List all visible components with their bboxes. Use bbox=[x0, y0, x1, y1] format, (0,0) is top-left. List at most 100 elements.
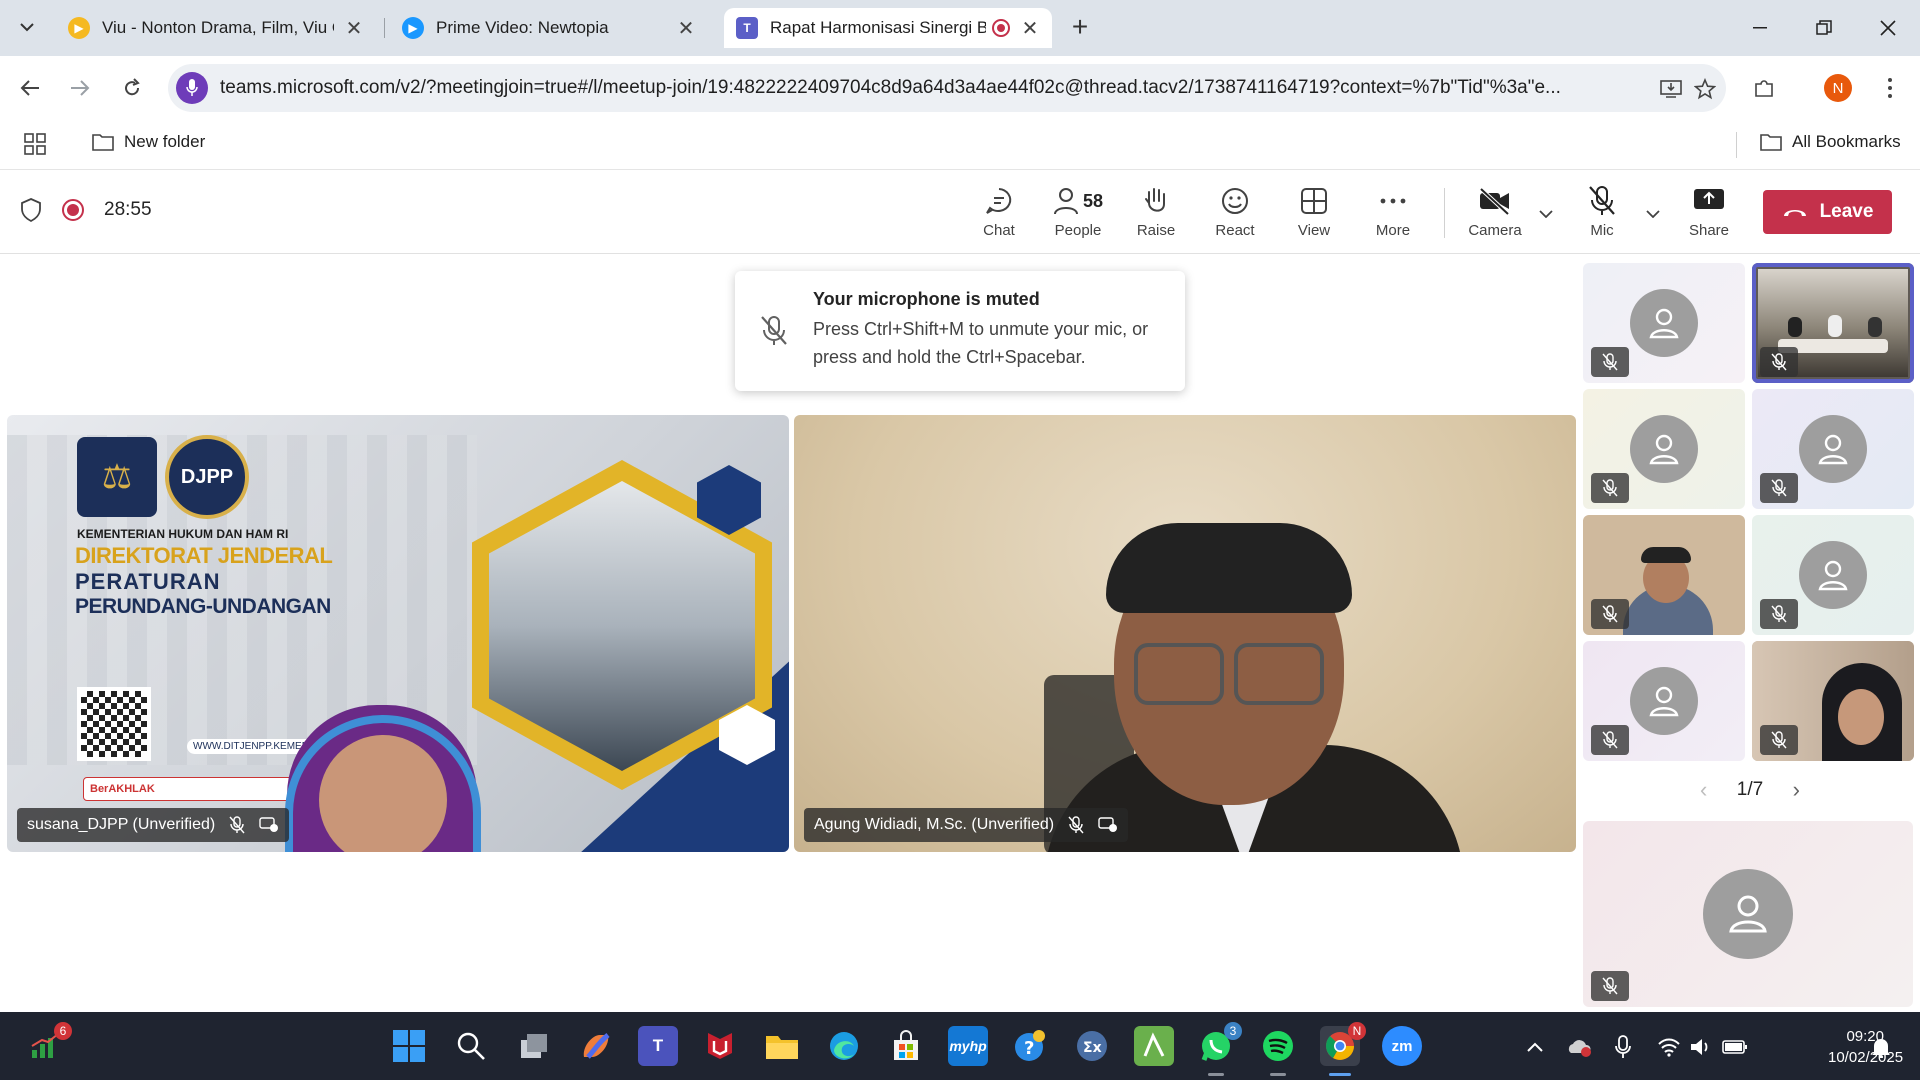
gallery-tile[interactable] bbox=[1752, 263, 1914, 383]
chrome-icon[interactable]: N bbox=[1320, 1022, 1366, 1076]
extensions-button[interactable] bbox=[1746, 70, 1782, 106]
myhp-icon[interactable]: myhp bbox=[948, 1026, 988, 1066]
install-app-button[interactable] bbox=[1658, 76, 1684, 102]
screen-share-icon bbox=[259, 817, 279, 833]
microphone-in-use-icon[interactable] bbox=[1610, 1034, 1636, 1060]
show-hidden-icons-button[interactable] bbox=[1522, 1034, 1548, 1060]
more-button[interactable]: More bbox=[1357, 184, 1429, 246]
mic-options-button[interactable] bbox=[1643, 204, 1663, 224]
wifi-icon[interactable] bbox=[1656, 1034, 1682, 1060]
hang-up-icon bbox=[1783, 210, 1806, 216]
running-indicator bbox=[1270, 1073, 1286, 1076]
mic-off-icon bbox=[1760, 725, 1798, 755]
kebab-menu-icon bbox=[1888, 78, 1892, 98]
star-icon bbox=[1694, 78, 1716, 100]
minimize-button[interactable] bbox=[1740, 10, 1780, 46]
calculator-tool-icon[interactable]: Σx bbox=[1072, 1026, 1112, 1066]
reload-button[interactable] bbox=[114, 70, 150, 106]
participant-name: Agung Widiadi, M.Sc. (Unverified) bbox=[814, 816, 1055, 833]
participant-hair bbox=[1106, 523, 1352, 613]
self-view-tile[interactable] bbox=[1583, 821, 1913, 1007]
qr-code bbox=[77, 687, 151, 761]
bookmark-star-button[interactable] bbox=[1692, 76, 1718, 102]
microsoft-store-icon[interactable] bbox=[886, 1026, 926, 1066]
stocks-widget-icon[interactable]: 6 bbox=[26, 1022, 72, 1066]
battery-icon[interactable] bbox=[1722, 1034, 1748, 1060]
raise-hand-button[interactable]: Raise bbox=[1120, 184, 1192, 246]
teams-taskbar-icon[interactable]: T bbox=[638, 1026, 678, 1066]
leave-button[interactable]: Leave bbox=[1763, 190, 1892, 234]
gallery-tile[interactable] bbox=[1752, 641, 1914, 761]
avatar bbox=[1630, 289, 1698, 357]
back-button[interactable] bbox=[12, 70, 48, 106]
search-icon bbox=[457, 1032, 485, 1060]
react-button[interactable]: React bbox=[1199, 184, 1271, 246]
slide-heading-line3: PERUNDANG-UNDANGAN bbox=[75, 595, 331, 618]
mcafee-icon[interactable] bbox=[700, 1026, 740, 1066]
close-window-button[interactable] bbox=[1868, 10, 1908, 46]
task-view-button[interactable] bbox=[514, 1026, 554, 1066]
meeting-stage: Your microphone is muted Press Ctrl+Shif… bbox=[0, 255, 1920, 1012]
mic-off-icon bbox=[1591, 599, 1629, 629]
teams-icon: T bbox=[736, 17, 758, 39]
camera-options-button[interactable] bbox=[1536, 204, 1556, 224]
gallery-tile[interactable] bbox=[1583, 641, 1745, 761]
bookmark-new-folder[interactable]: New folder bbox=[92, 132, 205, 152]
zoom-icon[interactable]: zm bbox=[1382, 1026, 1422, 1066]
notifications-button[interactable] bbox=[1868, 1034, 1894, 1060]
participant-name-tag: susana_DJPP (Unverified) bbox=[17, 808, 290, 842]
address-bar[interactable]: teams.microsoft.com/v2/?meetingjoin=true… bbox=[168, 64, 1726, 112]
restore-button[interactable] bbox=[1804, 10, 1844, 46]
microphone-permission-icon[interactable] bbox=[176, 72, 208, 104]
glasses bbox=[1134, 643, 1324, 705]
all-bookmarks-button[interactable]: All Bookmarks bbox=[1760, 132, 1901, 152]
mic-off-icon bbox=[1589, 186, 1615, 215]
folder-icon bbox=[92, 134, 114, 151]
gallery-tile[interactable] bbox=[1583, 263, 1745, 383]
shield-icon[interactable] bbox=[20, 198, 42, 222]
chat-button[interactable]: Chat bbox=[963, 184, 1035, 246]
video-tile-susana[interactable]: ⚖ DJPP KEMENTERIAN HUKUM DAN HAM RI DIRE… bbox=[7, 415, 789, 852]
participant-name-tag: Agung Widiadi, M.Sc. (Unverified) bbox=[804, 808, 1129, 842]
file-explorer-icon[interactable] bbox=[762, 1026, 802, 1066]
spotify-icon[interactable] bbox=[1258, 1026, 1298, 1076]
help-icon[interactable]: ? bbox=[1010, 1026, 1050, 1066]
mic-button[interactable]: Mic bbox=[1566, 184, 1638, 246]
reload-icon bbox=[125, 78, 140, 96]
browser-menu-button[interactable] bbox=[1872, 70, 1908, 106]
spreadsheet-app-icon[interactable] bbox=[1134, 1026, 1174, 1066]
tab-teams-meeting[interactable]: T Rapat Harmonisasi Sinergi B ✕ bbox=[724, 8, 1052, 48]
djpp-logo: DJPP bbox=[165, 435, 249, 519]
gallery-tile[interactable] bbox=[1752, 515, 1914, 635]
share-button[interactable]: Share bbox=[1673, 184, 1745, 246]
onedrive-icon[interactable] bbox=[1566, 1034, 1592, 1060]
tab-close-button[interactable]: ✕ bbox=[344, 16, 364, 41]
gallery-tile[interactable] bbox=[1583, 389, 1745, 509]
camera-button[interactable]: Camera bbox=[1459, 184, 1531, 246]
edge-icon[interactable] bbox=[824, 1026, 864, 1066]
people-button[interactable]: 58 People bbox=[1042, 184, 1114, 246]
new-tab-button[interactable]: + bbox=[1064, 12, 1096, 44]
tab-viu[interactable]: ▶ Viu - Nonton Drama, Film, Viu O ✕ bbox=[56, 8, 376, 48]
tab-search-button[interactable] bbox=[12, 12, 42, 42]
tab-prime-video[interactable]: ▶ Prime Video: Newtopia ✕ bbox=[390, 8, 708, 48]
start-button[interactable] bbox=[389, 1026, 429, 1066]
tab-close-button[interactable]: ✕ bbox=[676, 16, 696, 41]
forward-button[interactable] bbox=[62, 70, 98, 106]
copilot-button[interactable] bbox=[576, 1026, 616, 1066]
profile-avatar[interactable]: N bbox=[1824, 74, 1852, 102]
search-taskbar-button[interactable] bbox=[451, 1026, 491, 1066]
view-button[interactable]: View bbox=[1278, 184, 1350, 246]
gallery-tile[interactable] bbox=[1583, 515, 1745, 635]
tab-close-button[interactable]: ✕ bbox=[1020, 16, 1040, 41]
tab-title: Prime Video: Newtopia bbox=[436, 18, 609, 37]
video-tile-agung[interactable]: Agung Widiadi, M.Sc. (Unverified) bbox=[794, 415, 1576, 852]
whatsapp-icon[interactable]: 3 bbox=[1196, 1022, 1242, 1076]
gallery-tile[interactable] bbox=[1752, 389, 1914, 509]
next-page-button[interactable]: › bbox=[1793, 777, 1800, 803]
apps-button[interactable] bbox=[24, 133, 56, 155]
raise-hand-icon bbox=[1145, 188, 1165, 212]
previous-page-button[interactable]: ‹ bbox=[1700, 777, 1707, 803]
chevron-down-icon bbox=[1646, 210, 1660, 218]
volume-icon[interactable] bbox=[1688, 1034, 1714, 1060]
